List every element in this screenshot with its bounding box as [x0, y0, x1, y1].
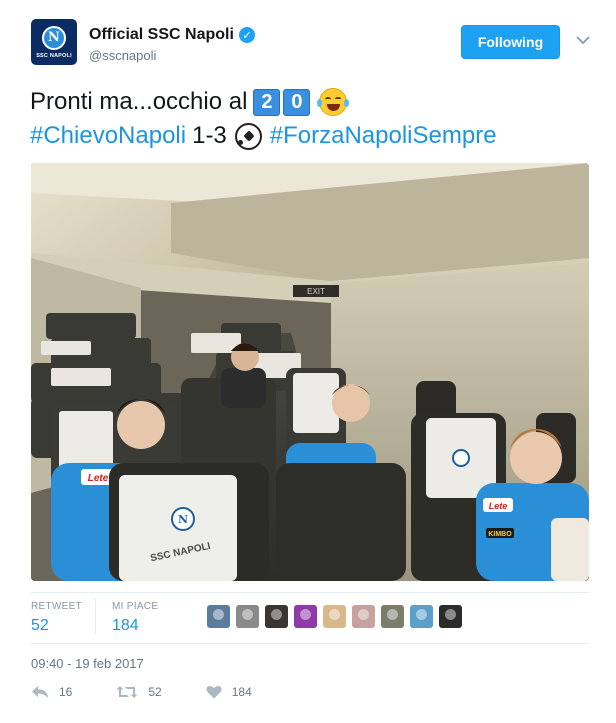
divider-top — [31, 592, 589, 593]
tweet-timestamp[interactable]: 09:40 - 19 feb 2017 — [31, 656, 144, 671]
retweet-button[interactable]: 52 — [116, 685, 162, 699]
soccer-ball-icon — [234, 122, 262, 150]
reply-icon — [31, 685, 49, 699]
heart-icon — [206, 685, 222, 699]
divider-middle — [31, 643, 589, 644]
author-name-row: Official SSC Napoli ✓ — [89, 26, 255, 44]
retweet-action-count: 52 — [148, 685, 162, 699]
tweet-text-prefix: Pronti ma...occhio al — [30, 88, 248, 115]
liker-avatar-6[interactable] — [352, 605, 375, 628]
liker-avatar-9[interactable] — [439, 605, 462, 628]
tweet-photo[interactable]: EXIT Lete N SSC NAPOLI Lete KIMBO — [31, 163, 589, 581]
retweet-icon — [116, 685, 138, 699]
jersey-sponsor-left: Lete — [88, 473, 109, 484]
retweet-stat-label: RETWEET — [31, 601, 82, 612]
chevron-down-icon[interactable] — [576, 33, 590, 47]
likes-stat[interactable]: MI PIACE 184 — [112, 601, 158, 635]
face-with-tears-of-joy-icon — [317, 88, 350, 116]
avatar-text: SSC NAPOLI — [36, 52, 72, 59]
jersey-sponsor-right: Lete — [489, 501, 508, 511]
liker-avatar-8[interactable] — [410, 605, 433, 628]
liker-avatars — [207, 605, 468, 628]
stat-separator — [95, 599, 96, 635]
tweet-actions: 16 52 184 — [31, 685, 296, 699]
exit-sign: EXIT — [307, 287, 325, 296]
avatar[interactable]: N SSC NAPOLI — [31, 19, 77, 65]
author-handle[interactable]: @sscnapoli — [89, 48, 156, 63]
liker-avatar-3[interactable] — [265, 605, 288, 628]
liker-face-icon — [242, 609, 253, 620]
reply-button[interactable]: 16 — [31, 685, 72, 699]
like-button[interactable]: 184 — [206, 685, 252, 699]
liker-avatar-4[interactable] — [294, 605, 317, 628]
airplane-cabin-photo: EXIT Lete N SSC NAPOLI Lete KIMBO — [31, 163, 589, 581]
sleeve-sponsor: KIMBO — [488, 531, 512, 538]
liker-face-icon — [213, 609, 224, 620]
liker-face-icon — [445, 609, 456, 620]
liker-avatar-1[interactable] — [207, 605, 230, 628]
retweet-stat[interactable]: RETWEET 52 — [31, 601, 82, 635]
liker-avatar-2[interactable] — [236, 605, 259, 628]
match-score: 1-3 — [192, 122, 227, 149]
seat-crest: N — [178, 513, 188, 526]
verified-badge-icon: ✓ — [238, 27, 255, 43]
tweet-text-line-1: Pronti ma...occhio al 2 0 — [30, 85, 350, 119]
hashtag-forzanapolisempre[interactable]: #ForzaNapoliSempre — [270, 122, 497, 150]
liker-face-icon — [300, 609, 311, 620]
liker-face-icon — [271, 609, 282, 620]
tweet-text-line-2: #ChievoNapoli 1-3 #ForzaNapoliSempre — [30, 119, 497, 153]
display-name[interactable]: Official SSC Napoli — [89, 26, 234, 44]
following-button[interactable]: Following — [461, 25, 560, 59]
napoli-crest-icon: N — [42, 25, 66, 50]
like-count: 184 — [231, 685, 252, 699]
liker-face-icon — [387, 609, 398, 620]
likes-stat-label: MI PIACE — [112, 601, 159, 612]
retweet-stat-value: 52 — [31, 617, 49, 634]
keycap-digit-2-icon: 2 — [253, 88, 281, 116]
reply-count: 16 — [59, 685, 73, 699]
keycap-digit-0-icon: 0 — [283, 88, 311, 116]
liker-avatar-5[interactable] — [323, 605, 346, 628]
liker-avatar-7[interactable] — [381, 605, 404, 628]
likes-stat-value: 184 — [112, 617, 139, 634]
liker-face-icon — [358, 609, 369, 620]
hashtag-chievonapoli[interactable]: #ChievoNapoli — [30, 122, 186, 150]
liker-face-icon — [329, 609, 340, 620]
liker-face-icon — [416, 609, 427, 620]
